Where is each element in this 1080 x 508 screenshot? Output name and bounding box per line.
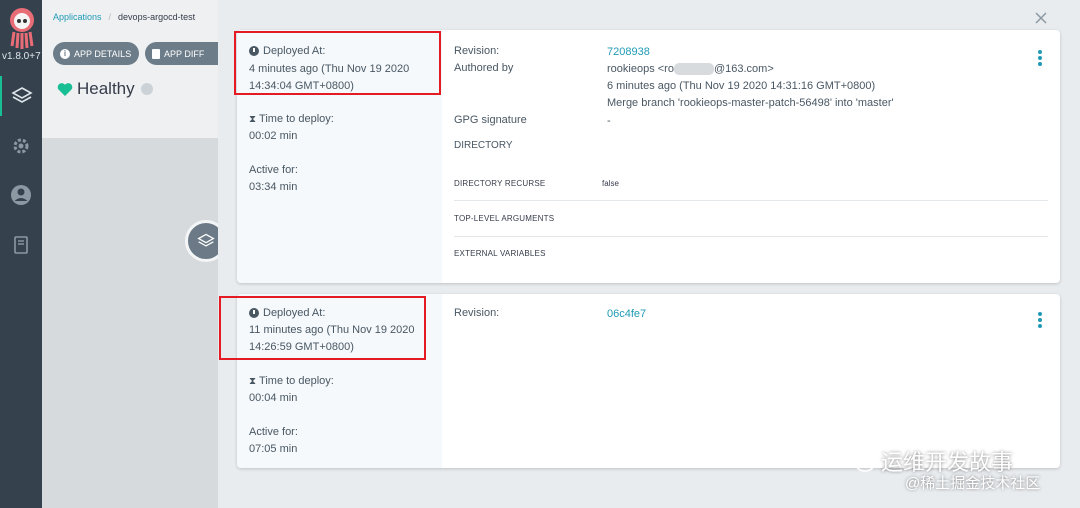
more-options-icon[interactable] [1038, 312, 1042, 328]
revision-link[interactable]: 7208938 [607, 44, 650, 61]
highlight-box [234, 31, 441, 95]
app-details-label: APP DETAILS [74, 48, 132, 59]
time-to-deploy-text: Time to deploy: [259, 375, 334, 387]
help-icon[interactable] [140, 83, 153, 95]
time-to-deploy-value: 00:02 min [249, 130, 298, 142]
nav-docs[interactable] [0, 225, 42, 265]
author-prefix: rookieops <ro [607, 63, 674, 75]
breadcrumb-separator: / [108, 12, 112, 22]
directory-recurse-value: false [602, 179, 619, 188]
active-for-value: 07:05 min [249, 443, 298, 455]
version-label: v1.8.0+7 [2, 51, 41, 62]
health-label: Healthy [77, 79, 135, 98]
gpg-signature-label: GPG signature [454, 114, 527, 126]
heart-icon [57, 82, 73, 96]
health-status: Healthy [57, 79, 153, 99]
revision-link[interactable]: 06c4fe7 [607, 306, 646, 323]
divider [454, 236, 1048, 237]
revision-details: Revision: 06c4fe7 [442, 294, 1060, 468]
revision-details: Revision: 7208938 Authored by rookieops … [442, 30, 1060, 283]
more-options-icon[interactable] [1038, 50, 1042, 66]
active-for-label: Active for: [249, 426, 298, 438]
nav-applications[interactable] [0, 76, 42, 116]
commit-time: 6 minutes ago (Thu Nov 19 2020 14:31:16 … [607, 80, 876, 92]
directory-recurse-label: DIRECTORY RECURSE [454, 179, 546, 188]
breadcrumb-current: devops-argocd-test [118, 12, 196, 22]
author-info: rookieops <ro @163.com> 6 minutes ago (Th… [607, 61, 894, 112]
highlight-box [219, 296, 426, 360]
authored-by-label: Authored by [454, 62, 514, 74]
time-to-deploy-label: ⧗ Time to deploy: [249, 375, 334, 387]
hourglass-icon: ⧗ [249, 375, 257, 387]
divider [454, 200, 1048, 201]
info-icon: i [60, 48, 70, 59]
document-icon [152, 48, 160, 59]
time-to-deploy-text: Time to deploy: [259, 113, 334, 125]
breadcrumb-applications-link[interactable]: Applications [53, 12, 102, 22]
time-to-deploy-label: ⧗ Time to deploy: [249, 113, 334, 125]
breadcrumb: Applications / devops-argocd-test [53, 12, 195, 22]
nav-settings[interactable] [0, 126, 42, 166]
app-details-button[interactable]: i APP DETAILS [53, 42, 140, 65]
left-nav: v1.8.0+7 [0, 0, 42, 508]
argo-logo[interactable] [6, 6, 38, 50]
book-icon [14, 236, 28, 254]
active-for-label: Active for: [249, 164, 298, 176]
layers-icon [11, 87, 33, 103]
commit-message: Merge branch 'rookieops-master-patch-564… [607, 97, 894, 109]
revision-label: Revision: [454, 307, 500, 319]
active-for-value: 03:34 min [249, 181, 298, 193]
close-icon[interactable] [1034, 11, 1048, 25]
hourglass-icon: ⧗ [249, 113, 257, 125]
time-to-deploy-value: 00:04 min [249, 392, 298, 404]
app-diff-label: APP DIFF [164, 48, 205, 59]
author-suffix: @163.com> [713, 63, 774, 75]
user-icon [11, 185, 31, 205]
nav-user[interactable] [0, 175, 42, 215]
wechat-icon [845, 450, 875, 472]
directory-label: DIRECTORY [454, 140, 513, 151]
top-level-arguments-label: TOP-LEVEL ARGUMENTS [454, 214, 555, 223]
gear-icon [13, 138, 29, 154]
external-variables-label: EXTERNAL VARIABLES [454, 249, 546, 258]
layers-icon [197, 233, 215, 247]
redacted-email [673, 63, 714, 76]
gpg-signature-value: - [607, 115, 611, 127]
revision-label: Revision: [454, 45, 500, 57]
watermark-subtitle: @稀土掘金技术社区 [905, 475, 1041, 492]
